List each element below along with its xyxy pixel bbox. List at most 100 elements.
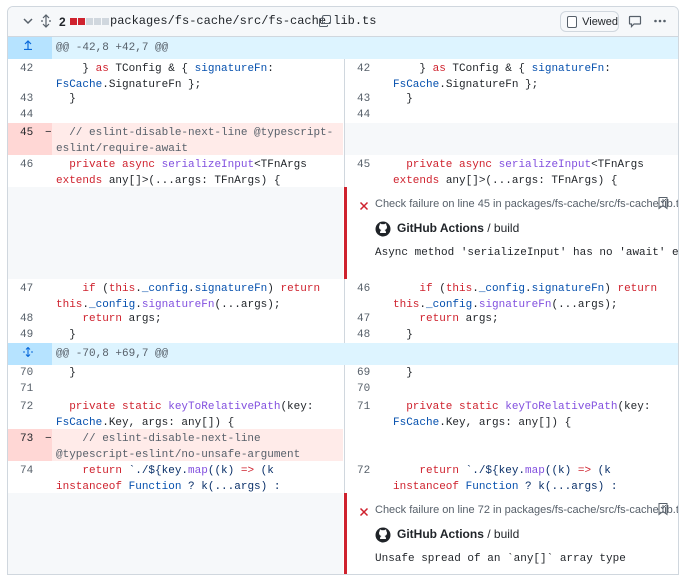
expand-all-icon[interactable] bbox=[39, 14, 53, 28]
x-circle-icon bbox=[359, 201, 369, 211]
empty-side bbox=[344, 429, 678, 461]
bookmark-icon[interactable] bbox=[656, 196, 670, 210]
code-line: return args; bbox=[419, 313, 499, 325]
line-number[interactable]: 45 bbox=[345, 155, 389, 187]
diff-row: 42 } as TConfig & { signatureFn: FsCache… bbox=[8, 59, 678, 91]
line-number[interactable]: 69 bbox=[345, 365, 389, 381]
code-line: } bbox=[393, 93, 413, 105]
line-number[interactable]: 42 bbox=[345, 59, 389, 91]
job-name: / build bbox=[487, 221, 520, 235]
line-number[interactable]: 46 bbox=[345, 279, 389, 311]
code-line: private static keyToRelativePath(key: Fs… bbox=[56, 401, 321, 429]
hunk-header: @@ -70,8 +69,7 @@ bbox=[8, 343, 678, 365]
code-line: return args; bbox=[82, 313, 162, 325]
line-number[interactable]: 72 bbox=[345, 461, 389, 493]
code-line: } bbox=[393, 329, 413, 341]
line-number[interactable]: 74 bbox=[8, 461, 52, 493]
diffstat-block bbox=[102, 18, 109, 25]
deletion-sign: − bbox=[45, 127, 52, 139]
job-name: / build bbox=[487, 527, 520, 541]
annotation-title: Check failure on line 72 in packages/fs-… bbox=[375, 504, 679, 516]
code-line: } as TConfig & { signatureFn: FsCache.Si… bbox=[393, 63, 618, 91]
bookmark-icon[interactable] bbox=[656, 502, 670, 516]
diff-row: 72 private static keyToRelativePath(key:… bbox=[8, 397, 678, 429]
code-line: } bbox=[393, 367, 413, 379]
expand-up-icon[interactable] bbox=[22, 40, 34, 50]
code-line: private async serializeInput<TFnArgs ext… bbox=[393, 159, 651, 187]
code-line: } as TConfig & { signatureFn: FsCache.Si… bbox=[56, 63, 281, 91]
chevron-down-icon[interactable] bbox=[22, 15, 34, 27]
code-line: private static keyToRelativePath(key: Fs… bbox=[393, 401, 658, 429]
annotation-message: Unsafe spread of an `any[]` array type bbox=[375, 553, 626, 565]
diff-row: 74 return `./${key.map((k) => (k instanc… bbox=[8, 461, 678, 509]
diffstat-block bbox=[70, 18, 77, 25]
line-number[interactable]: 44 bbox=[345, 107, 389, 123]
diff-row: 43 } 43 } bbox=[8, 91, 678, 107]
line-number[interactable]: 47 bbox=[345, 311, 389, 327]
expand-icon[interactable] bbox=[22, 347, 34, 357]
x-circle-icon bbox=[359, 507, 369, 517]
code-line: } bbox=[56, 329, 76, 341]
code-line: private async serializeInput<TFnArgs ext… bbox=[56, 159, 314, 187]
line-number[interactable]: 48 bbox=[345, 327, 389, 343]
check-annotation: Check failure on line 72 in packages/fs-… bbox=[344, 493, 678, 574]
line-number[interactable]: 44 bbox=[8, 107, 52, 123]
line-number[interactable]: 43 bbox=[345, 91, 389, 107]
hunk-expand-gutter[interactable] bbox=[8, 343, 52, 365]
line-number[interactable]: 49 bbox=[8, 327, 52, 343]
file-header: 2 packages/fs-cache/src/fs-cache.lib.ts … bbox=[8, 7, 678, 37]
code-line: if (this._config.signatureFn) return thi… bbox=[56, 283, 321, 311]
diffstat-block bbox=[94, 18, 101, 25]
viewed-checkbox[interactable]: Viewed bbox=[560, 11, 619, 32]
github-logo-icon bbox=[375, 221, 391, 237]
diff-count: 2 bbox=[59, 15, 66, 29]
hunk-header: @@ -42,8 +42,7 @@ bbox=[8, 37, 678, 59]
line-number[interactable]: 46 bbox=[8, 155, 52, 187]
line-number[interactable]: 43 bbox=[8, 91, 52, 107]
copy-icon[interactable] bbox=[318, 14, 332, 28]
code-line: } bbox=[56, 367, 76, 379]
diff-row: 71 70 bbox=[8, 381, 678, 397]
viewed-label: Viewed bbox=[582, 15, 618, 28]
diff-file-frame: 2 packages/fs-cache/src/fs-cache.lib.ts … bbox=[7, 6, 679, 575]
diff-row-deleted: 45 − // eslint-disable-next-line @typesc… bbox=[8, 123, 678, 155]
kebab-horizontal-icon[interactable] bbox=[653, 14, 667, 28]
diff-row: 70 } 69 } bbox=[8, 365, 678, 381]
check-annotation: Check failure on line 45 in packages/fs-… bbox=[344, 187, 678, 279]
diff-row-deleted: 73 − // eslint-disable-next-line @typesc… bbox=[8, 429, 678, 461]
line-number[interactable]: 71 bbox=[345, 397, 389, 429]
annotation-app: GitHub Actions / build bbox=[397, 527, 519, 541]
diff-row: 49 } 48 } bbox=[8, 327, 678, 343]
code-line: // eslint-disable-next-line @typescript-… bbox=[56, 127, 334, 155]
hunk-expand-gutter[interactable] bbox=[8, 37, 52, 59]
annotation-title: Check failure on line 45 in packages/fs-… bbox=[375, 198, 679, 210]
annotation-spacer bbox=[8, 493, 343, 574]
annotation-spacer bbox=[8, 187, 343, 279]
diff-row: 48 return args; 47 return args; bbox=[8, 311, 678, 327]
comment-icon[interactable] bbox=[628, 14, 642, 28]
diff-row: 47 if (this._config.signatureFn) return … bbox=[8, 279, 678, 311]
line-number[interactable]: 70 bbox=[345, 381, 389, 397]
annotation-message: Async method 'serializeInput' has no 'aw… bbox=[375, 247, 679, 259]
diffstat-block bbox=[86, 18, 93, 25]
app-name: GitHub Actions bbox=[397, 221, 484, 235]
hunk-label: @@ -70,8 +69,7 @@ bbox=[56, 348, 169, 360]
line-number[interactable]: 48 bbox=[8, 311, 52, 327]
annotation-app: GitHub Actions / build bbox=[397, 221, 519, 235]
empty-side bbox=[344, 123, 678, 155]
app-name: GitHub Actions bbox=[397, 527, 484, 541]
github-logo-icon bbox=[375, 527, 391, 543]
diffstat bbox=[70, 18, 109, 25]
checkbox-icon bbox=[567, 15, 578, 28]
line-number[interactable]: 47 bbox=[8, 279, 52, 311]
code-line: // eslint-disable-next-line @typescript-… bbox=[56, 433, 301, 461]
code-line: if (this._config.signatureFn) return thi… bbox=[393, 283, 658, 311]
line-number[interactable]: 42 bbox=[8, 59, 52, 91]
file-path-link[interactable]: packages/fs-cache/src/fs-cache.lib.ts bbox=[110, 14, 376, 28]
line-number[interactable]: 71 bbox=[8, 381, 52, 397]
code-line: } bbox=[56, 93, 76, 105]
diff-row: 46 private async serializeInput<TFnArgs … bbox=[8, 155, 678, 187]
line-number[interactable]: 70 bbox=[8, 365, 52, 381]
line-number[interactable]: 72 bbox=[8, 397, 52, 429]
diff-row: 44 44 bbox=[8, 107, 678, 123]
